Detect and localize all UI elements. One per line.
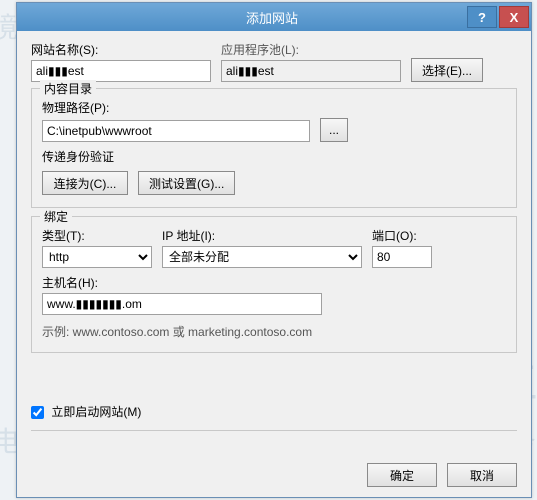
connect-as-button[interactable]: 连接为(C)... [42, 171, 128, 195]
passthrough-auth-label: 传递身份验证 [42, 148, 506, 165]
close-button[interactable]: X [499, 6, 529, 28]
titlebar: 添加网站 ? X [17, 3, 531, 31]
dialog-title: 添加网站 [17, 8, 467, 27]
site-name-label: 网站名称(S): [31, 41, 211, 58]
cancel-button[interactable]: 取消 [447, 463, 517, 487]
select-pool-button[interactable]: 选择(E)... [411, 58, 483, 82]
ip-select[interactable]: 全部未分配 [162, 246, 362, 268]
app-pool-label: 应用程序池(L): [221, 41, 401, 58]
dialog-footer: 确定 取消 [367, 463, 517, 487]
physical-path-label: 物理路径(P): [42, 99, 506, 116]
site-name-input[interactable] [31, 60, 211, 82]
host-input[interactable] [42, 293, 322, 315]
binding-title: 绑定 [40, 208, 72, 225]
ip-label: IP 地址(I): [162, 227, 362, 244]
type-label: 类型(T): [42, 227, 152, 244]
start-now-row: 立即启动网站(M) [31, 403, 517, 420]
host-example: 示例: www.contoso.com 或 marketing.contoso.… [42, 323, 506, 340]
binding-group: 绑定 类型(T): http IP 地址(I): 全部未分配 端口(O): [31, 216, 517, 353]
add-website-dialog: 添加网站 ? X 网站名称(S): 应用程序池(L): 选择(E)... 内容目… [16, 2, 532, 498]
type-select[interactable]: http [42, 246, 152, 268]
start-now-checkbox[interactable] [31, 406, 44, 419]
test-settings-button[interactable]: 测试设置(G)... [138, 171, 235, 195]
dialog-content: 网站名称(S): 应用程序池(L): 选择(E)... 内容目录 物理路径(P)… [17, 31, 531, 431]
content-dir-group: 内容目录 物理路径(P): ... 传递身份验证 连接为(C)... 测试设置(… [31, 88, 517, 208]
port-label: 端口(O): [372, 227, 432, 244]
ok-button[interactable]: 确定 [367, 463, 437, 487]
browse-path-button[interactable]: ... [320, 118, 348, 142]
app-pool-input [221, 60, 401, 82]
physical-path-input[interactable] [42, 120, 310, 142]
start-now-label[interactable]: 立即启动网站(M) [31, 405, 141, 419]
help-button[interactable]: ? [467, 6, 497, 28]
port-input[interactable] [372, 246, 432, 268]
start-now-text: 立即启动网站(M) [51, 405, 141, 419]
host-label: 主机名(H): [42, 274, 506, 291]
content-dir-title: 内容目录 [40, 80, 96, 97]
footer-divider [31, 430, 517, 431]
